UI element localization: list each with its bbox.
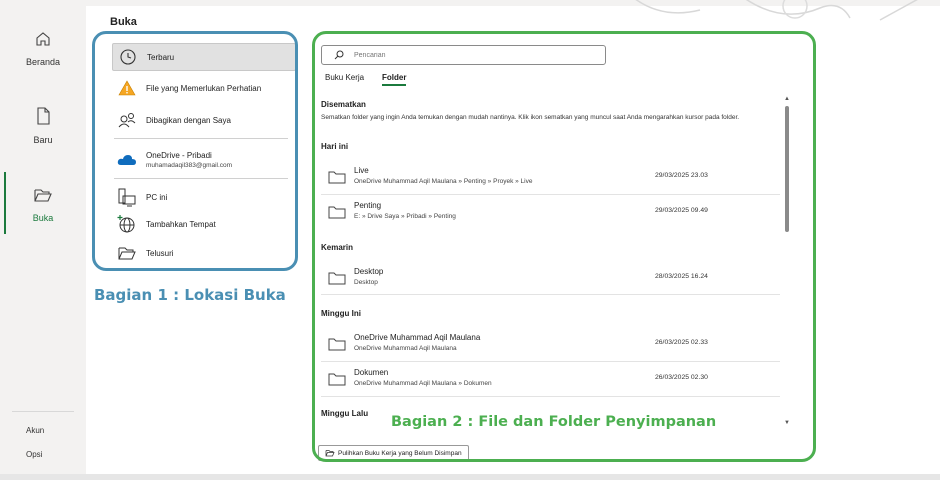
section1-annotation: Bagian 1 : Lokasi Buka bbox=[94, 286, 286, 304]
section2-annotation: Bagian 2 : File dan Folder Penyimpanan bbox=[391, 414, 717, 430]
section2-highlight-box bbox=[312, 31, 816, 462]
nav-open-label: Buka bbox=[32, 213, 54, 223]
section1-highlight-box bbox=[92, 31, 298, 271]
status-strip bbox=[0, 474, 940, 480]
nav-home[interactable]: Beranda bbox=[0, 30, 86, 70]
nav-account[interactable]: Akun bbox=[26, 426, 44, 435]
folder-open-icon bbox=[34, 189, 52, 202]
nav-home-label: Beranda bbox=[25, 57, 61, 67]
nav-rail: Beranda Baru Buka Akun Opsi bbox=[0, 0, 86, 474]
nav-new[interactable]: Baru bbox=[0, 106, 86, 148]
nav-open[interactable]: Buka bbox=[0, 186, 86, 226]
nav-divider bbox=[12, 411, 74, 412]
page-title: Buka bbox=[110, 16, 137, 28]
home-icon bbox=[36, 32, 50, 46]
nav-options[interactable]: Opsi bbox=[26, 450, 42, 459]
nav-active-indicator bbox=[4, 172, 6, 234]
new-document-icon bbox=[37, 107, 50, 125]
nav-new-label: Baru bbox=[33, 135, 53, 145]
decorative-watermark bbox=[635, 0, 918, 21]
